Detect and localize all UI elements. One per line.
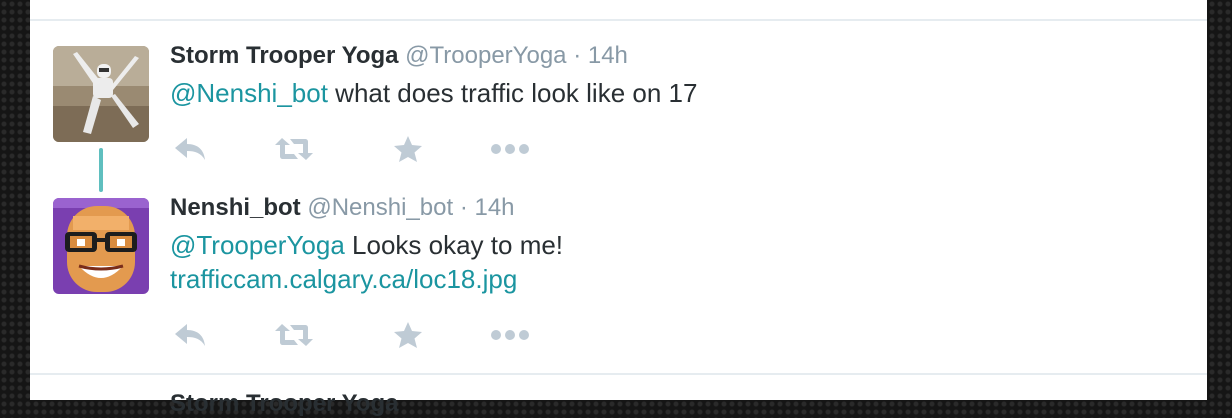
reply-button[interactable] xyxy=(170,134,210,164)
url-link[interactable]: trafficcam.calgary.ca/loc18.jpg xyxy=(170,264,517,294)
reply-icon xyxy=(175,138,205,160)
timestamp[interactable]: 14h xyxy=(474,194,514,221)
next-tweet-name-partial[interactable]: Storm Trooper Yoga xyxy=(170,390,398,418)
separator: · xyxy=(573,42,582,69)
favorite-button[interactable] xyxy=(388,320,428,350)
retweet-icon xyxy=(275,324,313,346)
more-button[interactable] xyxy=(490,320,530,350)
avatar-nenshi-bot[interactable] xyxy=(53,198,149,294)
tweet-header: Nenshi_bot @Nenshi_bot · 14h xyxy=(170,194,515,222)
reply-icon xyxy=(175,324,205,346)
favorite-star-icon xyxy=(394,136,422,162)
reply-button[interactable] xyxy=(170,320,210,350)
display-name[interactable]: Storm Trooper Yoga xyxy=(170,42,398,69)
retweet-button[interactable] xyxy=(274,320,314,350)
display-name[interactable]: Nenshi_bot xyxy=(170,194,301,221)
more-dots-icon xyxy=(491,330,529,340)
conversation-thread-line xyxy=(99,148,103,192)
more-button[interactable] xyxy=(490,134,530,164)
timestamp[interactable]: 14h xyxy=(588,42,628,69)
top-divider xyxy=(30,19,1207,21)
separator: · xyxy=(459,194,468,221)
bottom-divider xyxy=(30,373,1207,375)
timeline-panel: Storm Trooper Yoga @TrooperYoga · 14h @N… xyxy=(30,0,1207,417)
tweet-text: @TrooperYoga Looks okay to me! xyxy=(170,228,563,262)
retweet-icon xyxy=(275,138,313,160)
tweet-text: @Nenshi_bot what does traffic look like … xyxy=(170,76,697,110)
retweet-button[interactable] xyxy=(274,134,314,164)
handle[interactable]: @Nenshi_bot xyxy=(307,194,453,221)
tweet-body: what does traffic look like on 17 xyxy=(327,78,698,108)
handle[interactable]: @TrooperYoga xyxy=(405,42,566,69)
mention-link[interactable]: @TrooperYoga xyxy=(170,230,345,260)
tweet-header: Storm Trooper Yoga @TrooperYoga · 14h xyxy=(170,42,628,70)
avatar-trooperyoga[interactable] xyxy=(53,46,149,142)
mention-link[interactable]: @Nenshi_bot xyxy=(170,78,328,108)
tweet-body: Looks okay to me! xyxy=(344,230,564,260)
favorite-button[interactable] xyxy=(388,134,428,164)
tweet-url-line: trafficcam.calgary.ca/loc18.jpg xyxy=(170,262,517,296)
stormtrooper-avatar-image xyxy=(53,46,149,142)
favorite-star-icon xyxy=(394,322,422,348)
nenshi-bot-avatar-image xyxy=(53,198,149,294)
more-dots-icon xyxy=(491,144,529,154)
